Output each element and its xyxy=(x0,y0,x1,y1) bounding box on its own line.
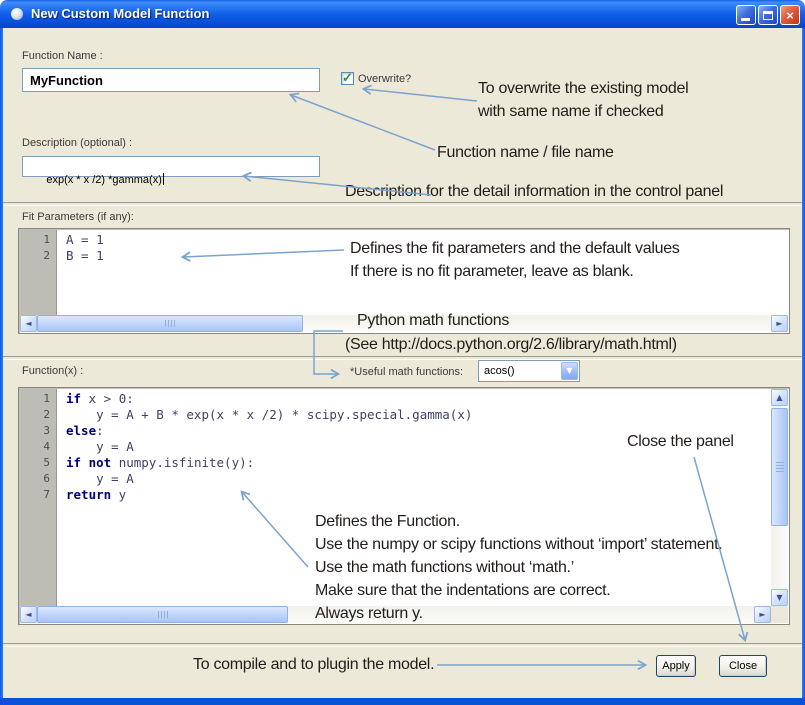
scroll-left-icon: ◄ xyxy=(25,320,31,328)
overwrite-label[interactable]: Overwrite? xyxy=(358,73,411,85)
bracket-to-math-dropdown xyxy=(314,331,343,374)
annotation-python-math-url: (See http://docs.python.org/2.6/library/… xyxy=(345,333,677,356)
fit-parameters-label: Fit Parameters (if any): xyxy=(22,211,134,223)
annotation-fit-parameters: Defines the fit parameters and the defau… xyxy=(350,237,680,283)
function-name-label: Function Name : xyxy=(22,50,103,62)
section-divider xyxy=(3,643,802,647)
scroll-down-button[interactable]: ▼ xyxy=(771,589,788,606)
minimize-button[interactable] xyxy=(736,5,756,25)
arrow-to-function-name-input xyxy=(291,95,435,150)
window-title: New Custom Model Function xyxy=(31,6,209,21)
scrollbar-thumb[interactable] xyxy=(37,315,303,332)
scroll-right-button[interactable]: ► xyxy=(771,315,788,332)
annotation-function-notes: Defines the Function. Use the numpy or s… xyxy=(315,510,722,625)
description-input[interactable]: exp(x * x /2) *gamma(x) xyxy=(22,156,320,177)
useful-math-label: *Useful math functions: xyxy=(350,366,463,378)
scroll-right-button[interactable]: ► xyxy=(754,606,771,623)
checkmark-icon: ✓ xyxy=(342,73,353,83)
section-divider xyxy=(3,356,802,360)
thumb-grip xyxy=(165,320,175,327)
dropdown-selected-value: acos() xyxy=(484,365,515,377)
annotation-close-panel: Close the panel xyxy=(627,430,734,453)
arrow-to-overwrite-checkbox xyxy=(364,89,477,101)
function-name-value: MyFunction xyxy=(30,73,103,88)
code-line: 6 y = A xyxy=(20,471,788,487)
scroll-up-icon: ▲ xyxy=(776,394,782,402)
thumb-grip xyxy=(158,611,168,618)
text-caret xyxy=(163,173,164,185)
annotation-python-math: Python math functions xyxy=(357,309,509,332)
code-line: 7return y xyxy=(20,487,788,503)
scroll-left-icon: ◄ xyxy=(25,611,31,619)
dialog-window: New Custom Model Function × Function Nam… xyxy=(0,0,805,705)
minimize-icon xyxy=(741,18,750,21)
annotation-overwrite: To overwrite the existing model with sam… xyxy=(478,77,688,123)
function-name-input[interactable]: MyFunction xyxy=(22,68,320,92)
code-line: 5if not numpy.isfinite(y): xyxy=(20,455,788,471)
annotation-compile: To compile and to plugin the model. xyxy=(193,653,434,676)
apply-button[interactable]: Apply xyxy=(656,655,696,677)
dropdown-button[interactable]: ▼ xyxy=(561,362,578,380)
scroll-left-button[interactable]: ◄ xyxy=(20,606,37,623)
close-window-button[interactable]: × xyxy=(780,5,800,25)
annotation-description: Description for the detail information i… xyxy=(345,180,723,203)
function-x-label: Function(x) : xyxy=(22,365,83,377)
code-line: 1if x > 0: xyxy=(20,391,788,407)
description-label: Description (optional) : xyxy=(22,137,132,149)
scroll-right-icon: ► xyxy=(759,611,765,619)
window-border-bottom xyxy=(0,698,805,705)
thumb-grip xyxy=(776,462,784,472)
close-icon: × xyxy=(786,9,794,22)
chevron-down-icon: ▼ xyxy=(566,367,572,375)
maximize-icon xyxy=(763,11,773,20)
title-bar[interactable]: New Custom Model Function × xyxy=(0,0,805,28)
scroll-left-button[interactable]: ◄ xyxy=(20,315,37,332)
scrollbar-thumb[interactable] xyxy=(771,408,788,526)
code-line: 2 y = A + B * exp(x * x /2) * scipy.spec… xyxy=(20,407,788,423)
annotation-function-name: Function name / file name xyxy=(437,141,614,164)
overwrite-checkbox[interactable]: ✓ xyxy=(341,72,354,85)
maximize-button[interactable] xyxy=(758,5,778,25)
description-value: exp(x * x /2) *gamma(x) xyxy=(46,174,162,186)
close-button[interactable]: Close xyxy=(719,655,767,677)
scrollbar-corner xyxy=(771,606,788,623)
scroll-right-icon: ► xyxy=(776,320,782,328)
scroll-up-button[interactable]: ▲ xyxy=(771,389,788,406)
scrollbar-thumb[interactable] xyxy=(37,606,288,623)
app-icon xyxy=(11,8,23,20)
scroll-down-icon: ▼ xyxy=(776,594,782,602)
window-border-left xyxy=(0,28,3,705)
math-functions-dropdown[interactable]: acos() ▼ xyxy=(478,360,580,382)
vertical-scrollbar[interactable]: ▲ ▼ xyxy=(771,389,788,606)
